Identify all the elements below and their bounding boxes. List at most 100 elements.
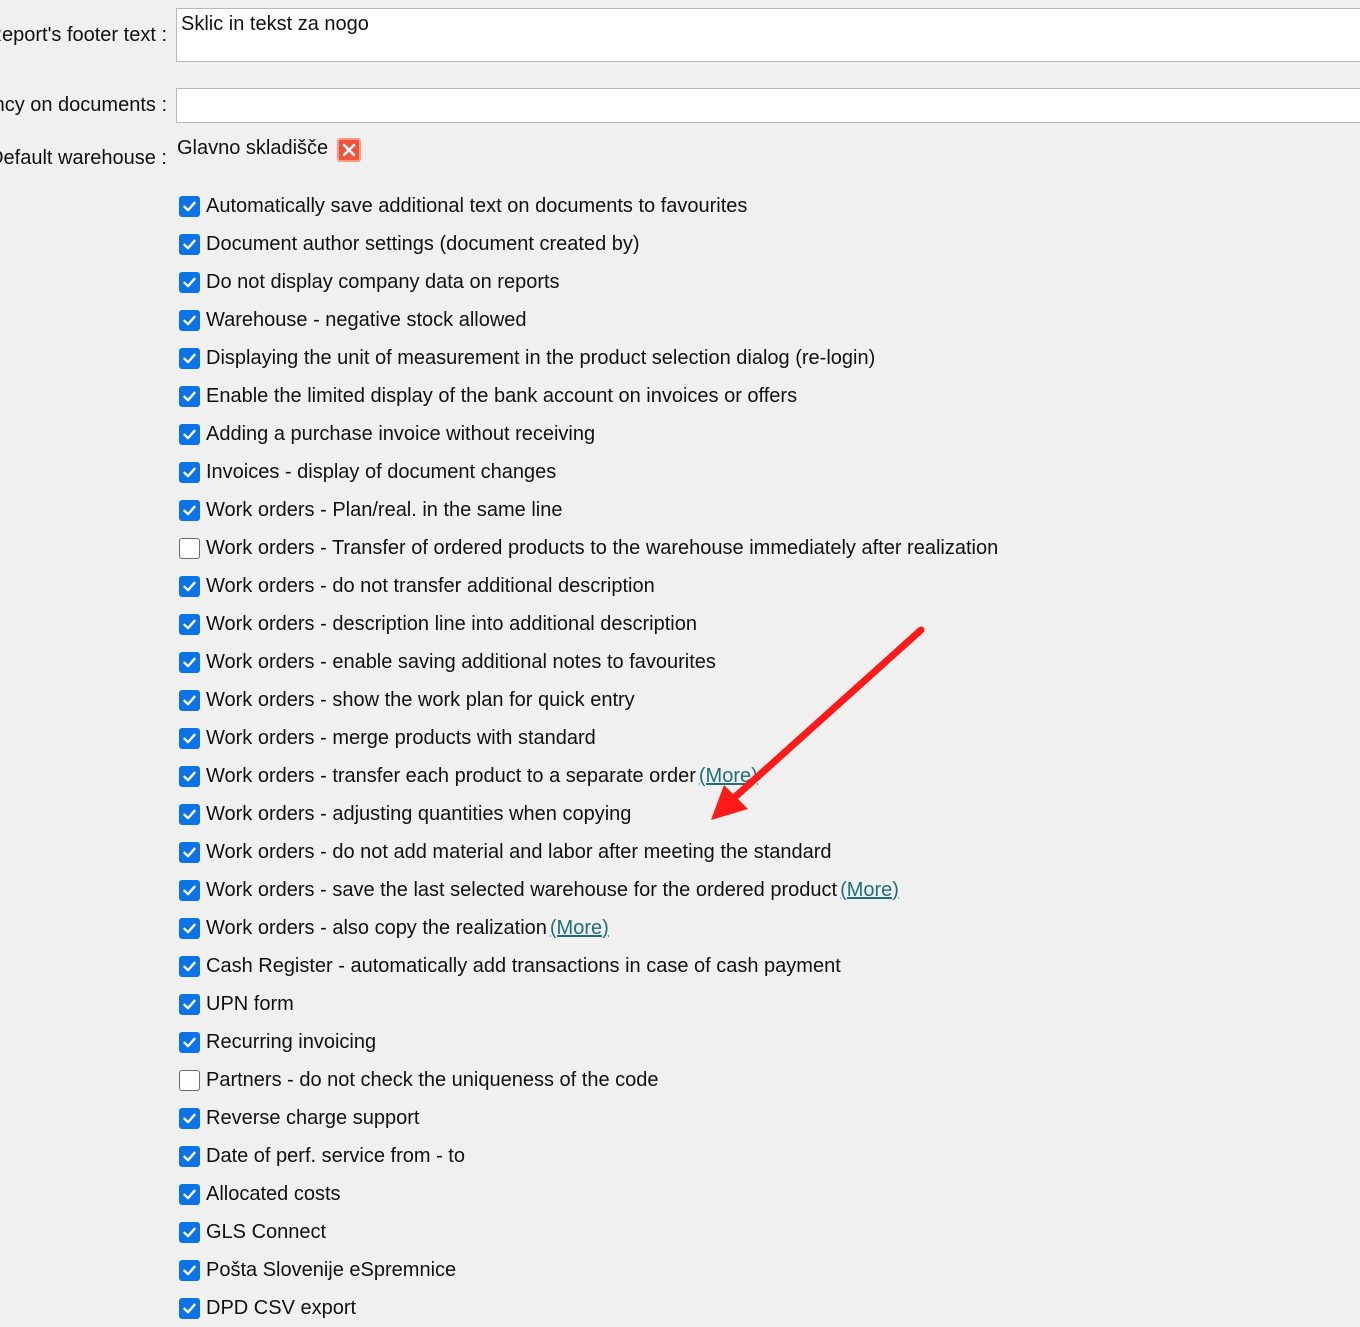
default-warehouse-value: Glavno skladišče <box>177 137 329 159</box>
settings-option-row[interactable]: Automatically save additional text on do… <box>179 187 998 225</box>
settings-option-row[interactable]: Work orders - enable saving additional n… <box>179 643 998 681</box>
option-checkbox[interactable] <box>179 613 200 635</box>
settings-option-row[interactable]: Work orders - description line into addi… <box>179 605 998 643</box>
settings-option-row[interactable]: Enable the limited display of the bank a… <box>179 377 998 415</box>
settings-option-row[interactable]: Cash Register - automatically add transa… <box>179 947 998 985</box>
default-warehouse-label: Default warehouse : <box>0 147 167 169</box>
checkmark-icon <box>183 657 196 667</box>
option-label: DPD CSV export <box>206 1297 357 1319</box>
option-checkbox[interactable] <box>179 803 200 825</box>
option-checkbox[interactable] <box>179 689 200 711</box>
option-label: Cash Register - automatically add transa… <box>206 955 841 977</box>
option-label: Work orders - Transfer of ordered produc… <box>206 537 999 559</box>
settings-option-row[interactable]: Document author settings (document creat… <box>179 225 998 263</box>
checkmark-icon <box>183 1265 196 1275</box>
currency-field[interactable] <box>176 88 1360 123</box>
option-checkbox[interactable] <box>179 423 200 445</box>
settings-option-row[interactable]: Work orders - adjusting quantities when … <box>179 795 998 833</box>
settings-option-row[interactable]: Work orders - Transfer of ordered produc… <box>179 529 998 567</box>
option-checkbox[interactable] <box>179 879 200 901</box>
option-checkbox[interactable] <box>179 917 200 939</box>
checkmark-icon <box>183 847 196 857</box>
footer-text-label: Report's footer text : <box>0 24 167 46</box>
option-checkbox[interactable] <box>179 727 200 749</box>
settings-option-row[interactable]: Do not display company data on reports <box>179 263 998 301</box>
checkmark-icon <box>183 733 196 743</box>
checkmark-icon <box>183 619 196 629</box>
option-checkbox[interactable] <box>179 1297 200 1319</box>
checkmark-icon <box>183 1227 196 1237</box>
settings-option-row[interactable]: Recurring invoicing <box>179 1023 998 1061</box>
settings-option-row[interactable]: DPD CSV export <box>179 1289 998 1327</box>
option-checkbox[interactable] <box>179 499 200 521</box>
option-checkbox[interactable] <box>179 575 200 597</box>
option-checkbox[interactable] <box>179 385 200 407</box>
checkmark-icon <box>183 1151 196 1161</box>
option-label: Work orders - do not add material and la… <box>206 841 832 863</box>
option-label: Work orders - description line into addi… <box>206 613 697 635</box>
option-label: Reverse charge support <box>206 1107 420 1129</box>
settings-option-row[interactable]: Date of perf. service from - to <box>179 1137 998 1175</box>
checkmark-icon <box>183 771 196 781</box>
option-checkbox[interactable] <box>179 309 200 331</box>
settings-option-row[interactable]: Work orders - also copy the realization … <box>179 909 998 947</box>
option-checkbox[interactable] <box>179 537 200 559</box>
settings-option-row[interactable]: Work orders - show the work plan for qui… <box>179 681 998 719</box>
option-checkbox[interactable] <box>179 1031 200 1053</box>
option-checkbox[interactable] <box>179 1259 200 1281</box>
option-checkbox[interactable] <box>179 993 200 1015</box>
option-label: Adding a purchase invoice without receiv… <box>206 423 596 445</box>
more-link[interactable]: (More) <box>840 879 899 902</box>
option-checkbox[interactable] <box>179 195 200 217</box>
settings-option-row[interactable]: Work orders - transfer each product to a… <box>179 757 998 795</box>
option-label: Automatically save additional text on do… <box>206 195 748 217</box>
settings-option-row[interactable]: Work orders - merge products with standa… <box>179 719 998 757</box>
remove-warehouse-button[interactable] <box>337 138 361 162</box>
settings-option-row[interactable]: Partners - do not check the uniqueness o… <box>179 1061 998 1099</box>
checkmark-icon <box>183 1189 196 1199</box>
settings-option-row[interactable]: Displaying the unit of measurement in th… <box>179 339 998 377</box>
option-checkbox[interactable] <box>179 1183 200 1205</box>
settings-option-row[interactable]: Warehouse - negative stock allowed <box>179 301 998 339</box>
option-checkbox[interactable] <box>179 955 200 977</box>
option-label: Work orders - do not transfer additional… <box>206 575 655 597</box>
checkmark-icon <box>183 1113 196 1123</box>
option-checkbox[interactable] <box>179 1107 200 1129</box>
checkmark-icon <box>183 467 196 477</box>
settings-option-row[interactable]: Work orders - Plan/real. in the same lin… <box>179 491 998 529</box>
settings-option-row[interactable]: Invoices - display of document changes <box>179 453 998 491</box>
option-checkbox[interactable] <box>179 461 200 483</box>
more-link[interactable]: (More) <box>699 765 758 788</box>
checkmark-icon <box>183 581 196 591</box>
option-label: Work orders - save the last selected war… <box>206 879 838 901</box>
settings-option-row[interactable]: GLS Connect <box>179 1213 998 1251</box>
option-label: Do not display company data on reports <box>206 271 560 293</box>
footer-text-field[interactable]: Sklic in tekst za nogo <box>176 8 1360 62</box>
option-label: UPN form <box>206 993 294 1015</box>
close-icon <box>342 143 356 157</box>
option-checkbox[interactable] <box>179 233 200 255</box>
option-checkbox[interactable] <box>179 651 200 673</box>
settings-option-row[interactable]: Adding a purchase invoice without receiv… <box>179 415 998 453</box>
option-checkbox[interactable] <box>179 271 200 293</box>
checkmark-icon <box>183 391 196 401</box>
option-checkbox[interactable] <box>179 765 200 787</box>
option-checkbox[interactable] <box>179 1221 200 1243</box>
settings-option-row[interactable]: Reverse charge support <box>179 1099 998 1137</box>
settings-option-row[interactable]: UPN form <box>179 985 998 1023</box>
option-checkbox[interactable] <box>179 1145 200 1167</box>
option-checkbox[interactable] <box>179 1069 200 1091</box>
settings-option-row[interactable]: Allocated costs <box>179 1175 998 1213</box>
option-label: Work orders - also copy the realization <box>206 917 547 939</box>
settings-option-row[interactable]: Work orders - do not add material and la… <box>179 833 998 871</box>
settings-option-row[interactable]: Work orders - save the last selected war… <box>179 871 998 909</box>
option-label: Work orders - show the work plan for qui… <box>206 689 635 711</box>
more-link[interactable]: (More) <box>550 917 609 940</box>
option-label: Document author settings (document creat… <box>206 233 640 255</box>
option-checkbox[interactable] <box>179 841 200 863</box>
settings-option-row[interactable]: Pošta Slovenije eSpremnice <box>179 1251 998 1289</box>
settings-option-row[interactable]: Work orders - do not transfer additional… <box>179 567 998 605</box>
option-label: Displaying the unit of measurement in th… <box>206 347 876 369</box>
option-checkbox[interactable] <box>179 347 200 369</box>
checkmark-icon <box>183 429 196 439</box>
